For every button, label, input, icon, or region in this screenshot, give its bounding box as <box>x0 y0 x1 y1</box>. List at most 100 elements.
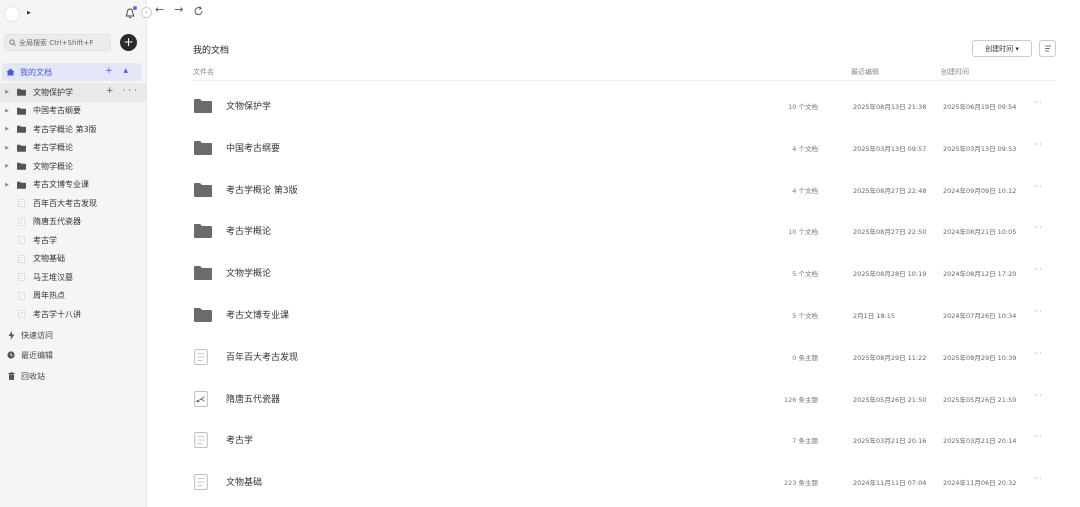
sidebar-tree-item[interactable]: 周年热点 <box>0 287 146 306</box>
folder-icon <box>14 144 28 152</box>
folder-icon <box>194 140 212 156</box>
sidebar-item-my-docs[interactable]: 我的文档 + ▴ <box>2 63 142 81</box>
more-options-button[interactable]: ··· <box>1034 391 1042 400</box>
file-name: 百年百大考古发现 <box>226 352 299 363</box>
document-icon <box>194 474 212 491</box>
column-header-recent[interactable]: 最近编辑 <box>851 67 879 77</box>
more-options-button[interactable]: ··· <box>1034 182 1042 191</box>
doc-tree: ▶ 文物保护学 + ··· ▶ 中国考古纲要 ▶ 考古学概论 第3版 ▶ 考古学概论 ▶ 文物学概论… <box>0 83 146 324</box>
sidebar-tree-item[interactable]: ▶ 考古学概论 <box>0 139 146 158</box>
more-options-button[interactable]: ··· <box>1034 432 1042 441</box>
tree-item-label: 周年热点 <box>33 291 65 301</box>
expand-arrow-icon[interactable]: ▶ <box>0 182 14 188</box>
item-count: 5 个文档 <box>792 270 818 279</box>
forward-arrow-icon[interactable]: → <box>174 3 183 19</box>
more-options-button[interactable]: ··· <box>1034 265 1042 274</box>
recent-edit-time: 2024年11月11日 07:04 <box>853 479 927 488</box>
my-docs-actions[interactable]: + ▴ <box>105 66 132 76</box>
collapse-sidebar-button[interactable]: ‹ <box>141 7 152 18</box>
sidebar-tree-item[interactable]: ▶ 文物保护学 + ··· <box>0 83 146 102</box>
sidebar: ▶ ‹ 全局搜索 Ctrl+Shift+F + 我的文档 + ▴ ▶ 文物保护学 +… <box>0 0 152 507</box>
sidebar-item-trash[interactable]: 回收站 <box>0 367 146 385</box>
item-count: 0 条主题 <box>792 353 818 362</box>
sidebar-tree-item[interactable]: 考古学十八讲 <box>0 305 146 324</box>
folder-icon <box>14 107 28 115</box>
item-count: 5 个文档 <box>792 312 818 320</box>
file-row[interactable]: 中国考古纲要 4 个文档 2025年03月13日 09:57 2025年03月13日 … <box>193 126 1056 168</box>
sidebar-tree-item[interactable]: 文物基础 <box>0 250 146 269</box>
tree-item-label: 马王堆汉墓 <box>33 272 73 282</box>
document-icon <box>14 199 28 208</box>
file-row[interactable]: 考古学 7 条主题 2025年03月21日 20:16 2025年03月21日 20:… <box>193 418 1056 460</box>
sidebar-tree-item[interactable]: ▶ 考古文博专业课 <box>0 176 146 195</box>
sidebar-tree-item[interactable]: 马王堆汉墓 <box>0 268 146 287</box>
file-row[interactable]: 考古学概论 10 个文档 2025年08月27日 22:50 2024年08月21日 … <box>193 209 1056 251</box>
expand-arrow-icon[interactable]: ▶ <box>0 126 14 132</box>
sidebar-item-recent[interactable]: 最近编辑 <box>0 346 146 364</box>
trash-icon <box>5 372 17 380</box>
created-time: 2025年05月26日 21:50 <box>943 395 1017 404</box>
more-options-button[interactable]: ··· <box>1034 474 1042 483</box>
column-header-name[interactable]: 文件名 <box>193 67 214 77</box>
recent-edit-time: 2025年03月13日 09:57 <box>853 144 927 153</box>
file-row[interactable]: 隋唐五代瓷器 126 条主题 2025年05月26日 21:50 2025年05月26… <box>193 377 1056 419</box>
sidebar-tree-item[interactable]: 百年百大考古发现 <box>0 194 146 213</box>
folder-icon <box>194 182 212 198</box>
recent-edit-time: 2025年03月21日 20:16 <box>853 437 927 446</box>
more-options-button[interactable]: ··· <box>1034 349 1042 358</box>
mindmap-icon <box>194 390 212 407</box>
file-name: 考古学概论 第3版 <box>226 185 298 196</box>
sidebar-item-label: 回收站 <box>21 371 45 381</box>
refresh-icon[interactable] <box>193 3 204 19</box>
sidebar-tree-item[interactable]: ▶ 中国考古纲要 <box>0 102 146 121</box>
list-icon <box>1044 45 1051 52</box>
more-options-button[interactable]: ··· <box>1034 140 1042 149</box>
back-arrow-icon[interactable]: ← <box>155 3 164 19</box>
file-name: 中国考古纲要 <box>226 143 281 154</box>
global-search-input[interactable]: 全局搜索 Ctrl+Shift+F <box>4 34 111 51</box>
recent-edit-time: 2025年08月13日 21:38 <box>853 103 927 111</box>
more-options-button[interactable]: ··· <box>1034 98 1042 107</box>
expand-arrow-icon[interactable]: ▶ <box>0 89 14 95</box>
folder-icon <box>194 98 212 114</box>
item-count: 7 条主题 <box>792 437 818 446</box>
tree-item-label: 中国考古纲要 <box>33 106 81 116</box>
tree-item-label: 隋唐五代瓷器 <box>33 217 81 227</box>
clock-icon <box>5 351 17 359</box>
sidebar-tree-item[interactable]: ▶ 考古学概论 第3版 <box>0 120 146 139</box>
tree-item-actions[interactable]: + ··· <box>106 86 140 96</box>
file-row[interactable]: 百年百大考古发现 0 条主题 2025年08月29日 11:22 2025年08月29… <box>193 335 1056 377</box>
document-icon <box>14 291 28 300</box>
create-new-button[interactable]: + <box>120 34 137 51</box>
sort-dropdown[interactable]: 创建时间 ▾ <box>972 40 1032 57</box>
sidebar-tree-item[interactable]: 隋唐五代瓷器 <box>0 213 146 232</box>
list-view-button[interactable] <box>1039 40 1056 57</box>
account-dropdown-icon[interactable]: ▶ <box>27 10 31 16</box>
file-row[interactable]: 文物学概论 5 个文档 2025年08月28日 10:19 2024年08月12日 1… <box>193 251 1056 293</box>
search-placeholder: 全局搜索 Ctrl+Shift+F <box>19 38 94 47</box>
sidebar-tree-item[interactable]: 考古学 <box>0 231 146 250</box>
file-row[interactable]: 文物保护学 10 个文档 2025年08月13日 21:38 2025年06月19日 … <box>193 84 1056 126</box>
file-row[interactable]: 文物基础 223 条主题 2024年11月11日 07:04 2024年11月06日 … <box>193 460 1056 502</box>
created-time: 2025年06月19日 09:54 <box>943 103 1017 111</box>
sidebar-item-quick-access[interactable]: 快速访问 <box>0 326 146 344</box>
avatar[interactable] <box>4 6 20 22</box>
file-row[interactable]: 考古文博专业课 5 个文档 2月1日 18:15 2024年07月26日 10:34 ·… <box>193 293 1056 335</box>
file-row[interactable]: 考古学概论 第3版 4 个文档 2025年08月27日 22:48 2024年09月0… <box>193 168 1056 210</box>
recent-edit-time: 2月1日 18:15 <box>853 312 896 320</box>
folder-icon <box>14 88 28 96</box>
created-time: 2024年11月06日 20:32 <box>943 479 1017 488</box>
item-count: 126 条主题 <box>784 395 818 404</box>
tree-item-label: 考古文博专业课 <box>33 180 89 190</box>
expand-arrow-icon[interactable]: ▶ <box>0 145 14 151</box>
sidebar-item-label: 快速访问 <box>21 330 53 340</box>
more-options-button[interactable]: ··· <box>1034 223 1042 232</box>
more-options-button[interactable]: ··· <box>1034 307 1042 316</box>
expand-arrow-icon[interactable]: ▶ <box>0 163 14 169</box>
expand-arrow-icon[interactable]: ▶ <box>0 108 14 114</box>
sidebar-tree-item[interactable]: ▶ 文物学概论 <box>0 157 146 176</box>
created-time: 2025年03月21日 20:14 <box>943 437 1017 446</box>
folder-icon <box>194 307 212 323</box>
column-header-created[interactable]: 创建时间 <box>941 67 969 77</box>
tree-item-label: 百年百大考古发现 <box>33 198 97 208</box>
